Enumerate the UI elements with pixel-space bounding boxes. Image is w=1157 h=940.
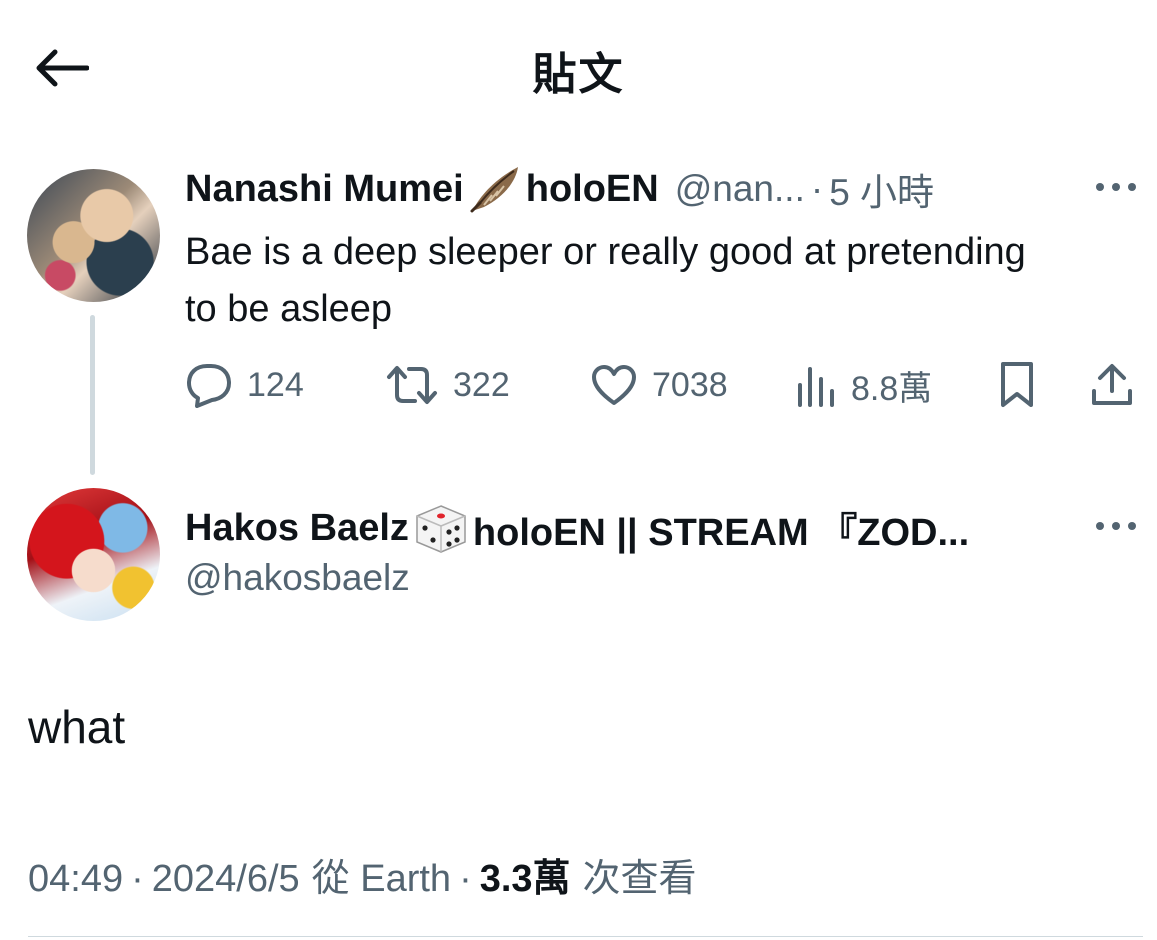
view-count: 8.8萬 [851, 369, 933, 408]
tweet-date[interactable]: 2024/6/5 [152, 858, 300, 901]
like-button[interactable]: 7038 [590, 355, 728, 415]
quoted-tweet-text: Bae is a deep sleeper or really good at … [185, 231, 1026, 330]
more-options-button[interactable] [1090, 167, 1142, 207]
bookmark-icon [1001, 362, 1033, 407]
author-name-suffix[interactable]: holoEN || STREAM 『ZOD... [473, 501, 969, 556]
share-button[interactable] [1088, 355, 1136, 415]
tweet-time[interactable]: 5 小時 [829, 162, 934, 216]
more-icon [1096, 522, 1136, 530]
reply-button[interactable]: 124 [185, 355, 304, 415]
like-icon [592, 365, 636, 405]
share-icon [1092, 364, 1132, 405]
avatar-nanashi-mumei[interactable] [27, 169, 160, 302]
more-icon [1096, 183, 1136, 191]
thread-connector-line [90, 315, 95, 475]
more-options-button[interactable] [1090, 506, 1142, 546]
reply-icon [187, 364, 231, 408]
main-tweet-text: what [28, 701, 126, 753]
views-button[interactable]: 8.8萬 [795, 355, 932, 415]
author-name[interactable]: Hakos Baelz [185, 507, 409, 550]
page-title: 貼文 [532, 50, 625, 99]
author-name-suffix[interactable]: holoEN [526, 168, 659, 211]
separator-dot: · [459, 858, 472, 900]
retweet-button[interactable]: 322 [385, 355, 510, 415]
views-icon [798, 367, 834, 407]
dice-emoji-icon [411, 502, 471, 554]
like-count: 7038 [652, 365, 728, 404]
avatar-hakos-baelz[interactable] [27, 488, 160, 621]
separator-dot: · [810, 168, 824, 209]
retweet-count: 322 [453, 365, 510, 404]
quoted-tweet-header: Nanashi Mumei holoEN @nan... · 5 小時 [185, 163, 934, 215]
views-label: 次查看 [582, 858, 697, 900]
divider [28, 936, 1143, 937]
separator-dot: · [131, 858, 144, 900]
author-handle[interactable]: @nan... [675, 168, 805, 210]
tweet-source: 從 Earth [311, 858, 452, 900]
tweet-timestamp[interactable]: 04:49 [28, 858, 123, 901]
author-handle[interactable]: @hakosbaelz [185, 557, 410, 599]
author-name[interactable]: Nanashi Mumei [185, 168, 464, 211]
retweet-icon [387, 366, 437, 404]
bookmark-button[interactable] [997, 355, 1037, 415]
tweet-action-bar: 124 322 7038 8.8萬 [185, 355, 1145, 415]
feather-emoji-icon [466, 163, 524, 215]
main-tweet-header: Hakos Baelz holoEN || STREAM 『ZOD... [185, 502, 969, 554]
views-count: 3.3萬 [479, 858, 571, 900]
reply-count: 124 [247, 365, 304, 404]
tweet-metadata: 04:49 · 2024/6/5 從 Earth · 3.3萬 次查看 [28, 847, 697, 902]
